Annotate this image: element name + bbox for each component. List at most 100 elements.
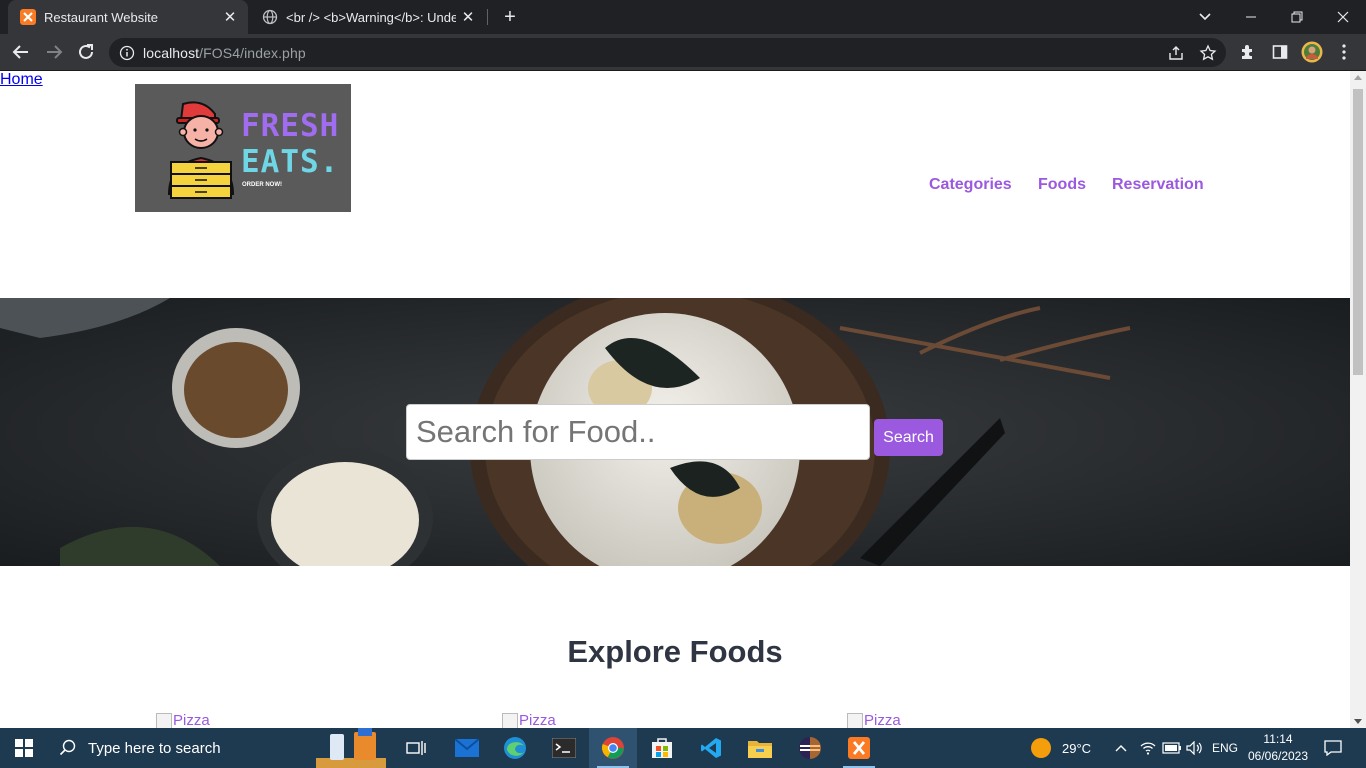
reload-button[interactable] <box>74 40 98 64</box>
browser-toolbar: localhost/FOS4/index.php <box>0 34 1366 71</box>
start-button[interactable] <box>0 728 48 768</box>
weather-temperature: 29°C <box>1062 740 1092 756</box>
notifications-button[interactable] <box>1324 728 1342 768</box>
bookmark-star-icon[interactable] <box>1199 44 1217 62</box>
battery-icon <box>1162 742 1181 754</box>
taskbar-edge-app[interactable] <box>491 728 539 768</box>
food-image-pizza-2[interactable]: Pizza <box>502 712 556 728</box>
scroll-down-arrow-icon[interactable] <box>1354 719 1362 724</box>
web-page: FRESH EATS. ORDER NOW! Home Categories F… <box>0 71 1350 728</box>
taskbar-file-explorer-app[interactable] <box>736 728 784 768</box>
network-tray[interactable] <box>1140 728 1156 768</box>
restore-button[interactable] <box>1274 0 1320 34</box>
speaker-icon <box>1186 741 1202 755</box>
browser-menu-icon[interactable] <box>1332 40 1356 64</box>
new-tab-button[interactable]: + <box>498 5 522 29</box>
search-highlight-illustration-icon <box>316 728 386 768</box>
tab-search-chevron-icon[interactable] <box>1195 6 1215 26</box>
eclipse-icon <box>799 737 821 759</box>
tab-divider <box>487 9 488 25</box>
back-button[interactable] <box>9 40 33 64</box>
side-panel-icon[interactable] <box>1268 40 1292 64</box>
food-image-pizza-1[interactable]: Pizza <box>156 712 210 728</box>
scroll-up-arrow-icon[interactable] <box>1354 75 1362 80</box>
notification-icon <box>1324 740 1342 756</box>
taskbar-vscode-app[interactable] <box>687 728 735 768</box>
xampp-icon <box>848 737 870 759</box>
taskbar-search-box[interactable]: Type here to search <box>48 728 394 768</box>
close-window-button[interactable] <box>1320 0 1366 34</box>
url-host: localhost <box>143 44 200 61</box>
taskbar-clock[interactable]: 11:14 06/06/2023 <box>1238 731 1318 765</box>
minimize-button[interactable] <box>1228 0 1274 34</box>
volume-tray[interactable] <box>1186 728 1204 768</box>
chrome-icon <box>602 737 624 759</box>
tab-title: Restaurant Website <box>44 9 158 25</box>
show-hidden-icons-button[interactable] <box>1114 728 1128 768</box>
logo-text-fresh: FRESH <box>241 108 340 144</box>
tab-restaurant-website[interactable]: Restaurant Website ✕ <box>8 0 248 34</box>
site-logo[interactable]: FRESH EATS. ORDER NOW! <box>135 84 351 212</box>
taskbar-xampp-app[interactable] <box>835 728 883 768</box>
taskbar-chrome-app[interactable] <box>589 728 637 768</box>
close-tab-icon[interactable]: ✕ <box>218 8 242 26</box>
extensions-puzzle-icon[interactable] <box>1236 40 1260 64</box>
address-bar[interactable]: localhost/FOS4/index.php <box>109 38 1226 67</box>
explore-foods-heading: Explore Foods <box>567 634 783 669</box>
store-icon <box>652 738 672 758</box>
tab-warning[interactable]: <br /> <b>Warning</b>: Undef ✕ <box>250 0 486 34</box>
sun-weather-icon <box>1031 738 1051 758</box>
task-view-icon <box>406 741 426 755</box>
broken-image-icon <box>156 712 172 728</box>
search-button[interactable]: Search <box>874 419 943 456</box>
taskbar-mail-app[interactable] <box>443 728 491 768</box>
delivery-man-icon <box>167 101 235 199</box>
taskbar-terminal-app[interactable] <box>540 728 588 768</box>
url-path: /FOS4/index.php <box>199 44 306 61</box>
url-text: localhost/FOS4/index.php <box>143 45 306 61</box>
site-info-icon[interactable] <box>119 45 135 61</box>
hero-food-background: Search <box>0 298 1350 566</box>
nav-home[interactable]: Home <box>0 71 43 88</box>
windows-taskbar: Type here to search 29°C ENG 11:14 06/06… <box>0 728 1366 768</box>
language-indicator[interactable]: ENG <box>1212 728 1238 768</box>
profile-avatar[interactable] <box>1300 40 1324 64</box>
mail-icon <box>455 739 479 757</box>
search-icon <box>48 739 88 757</box>
page-scrollbar[interactable] <box>1350 71 1366 728</box>
taskbar-eclipse-app[interactable] <box>786 728 834 768</box>
logo-tagline: ORDER NOW! <box>242 182 282 188</box>
food-search-input[interactable] <box>406 404 870 460</box>
food-image-pizza-3[interactable]: Pizza <box>847 712 901 728</box>
battery-tray[interactable] <box>1162 728 1182 768</box>
nav-categories[interactable]: Categories <box>929 176 1012 194</box>
xampp-icon <box>20 9 36 25</box>
weather-widget[interactable]: 29°C <box>1030 728 1091 768</box>
forward-button[interactable] <box>42 40 66 64</box>
broken-image-icon <box>847 712 863 728</box>
nav-foods[interactable]: Foods <box>1038 176 1086 194</box>
task-view-button[interactable] <box>392 728 440 768</box>
food-image-alt: Pizza <box>864 712 901 728</box>
share-icon[interactable] <box>1167 44 1185 62</box>
nav-reservation[interactable]: Reservation <box>1112 176 1204 194</box>
taskbar-search-placeholder: Type here to search <box>88 739 221 757</box>
wifi-icon <box>1140 742 1156 755</box>
scrollbar-thumb[interactable] <box>1353 89 1363 375</box>
terminal-icon <box>552 738 576 758</box>
close-tab-icon[interactable]: ✕ <box>456 8 480 26</box>
edge-browser-icon <box>504 737 526 759</box>
language-text: ENG <box>1212 741 1239 755</box>
browser-tab-strip: Restaurant Website ✕ <br /> <b>Warning</… <box>0 0 1366 34</box>
logo-text-eats: EATS. <box>241 144 340 180</box>
chevron-up-icon <box>1115 745 1127 752</box>
taskbar-store-app[interactable] <box>638 728 686 768</box>
windows-logo-icon <box>15 739 33 757</box>
food-image-alt: Pizza <box>519 712 556 728</box>
folder-icon <box>748 741 772 758</box>
globe-icon <box>262 9 278 25</box>
food-image-alt: Pizza <box>173 712 210 728</box>
vscode-icon <box>701 738 721 758</box>
clock-date: 06/06/2023 <box>1247 749 1309 763</box>
broken-image-icon <box>502 712 518 728</box>
